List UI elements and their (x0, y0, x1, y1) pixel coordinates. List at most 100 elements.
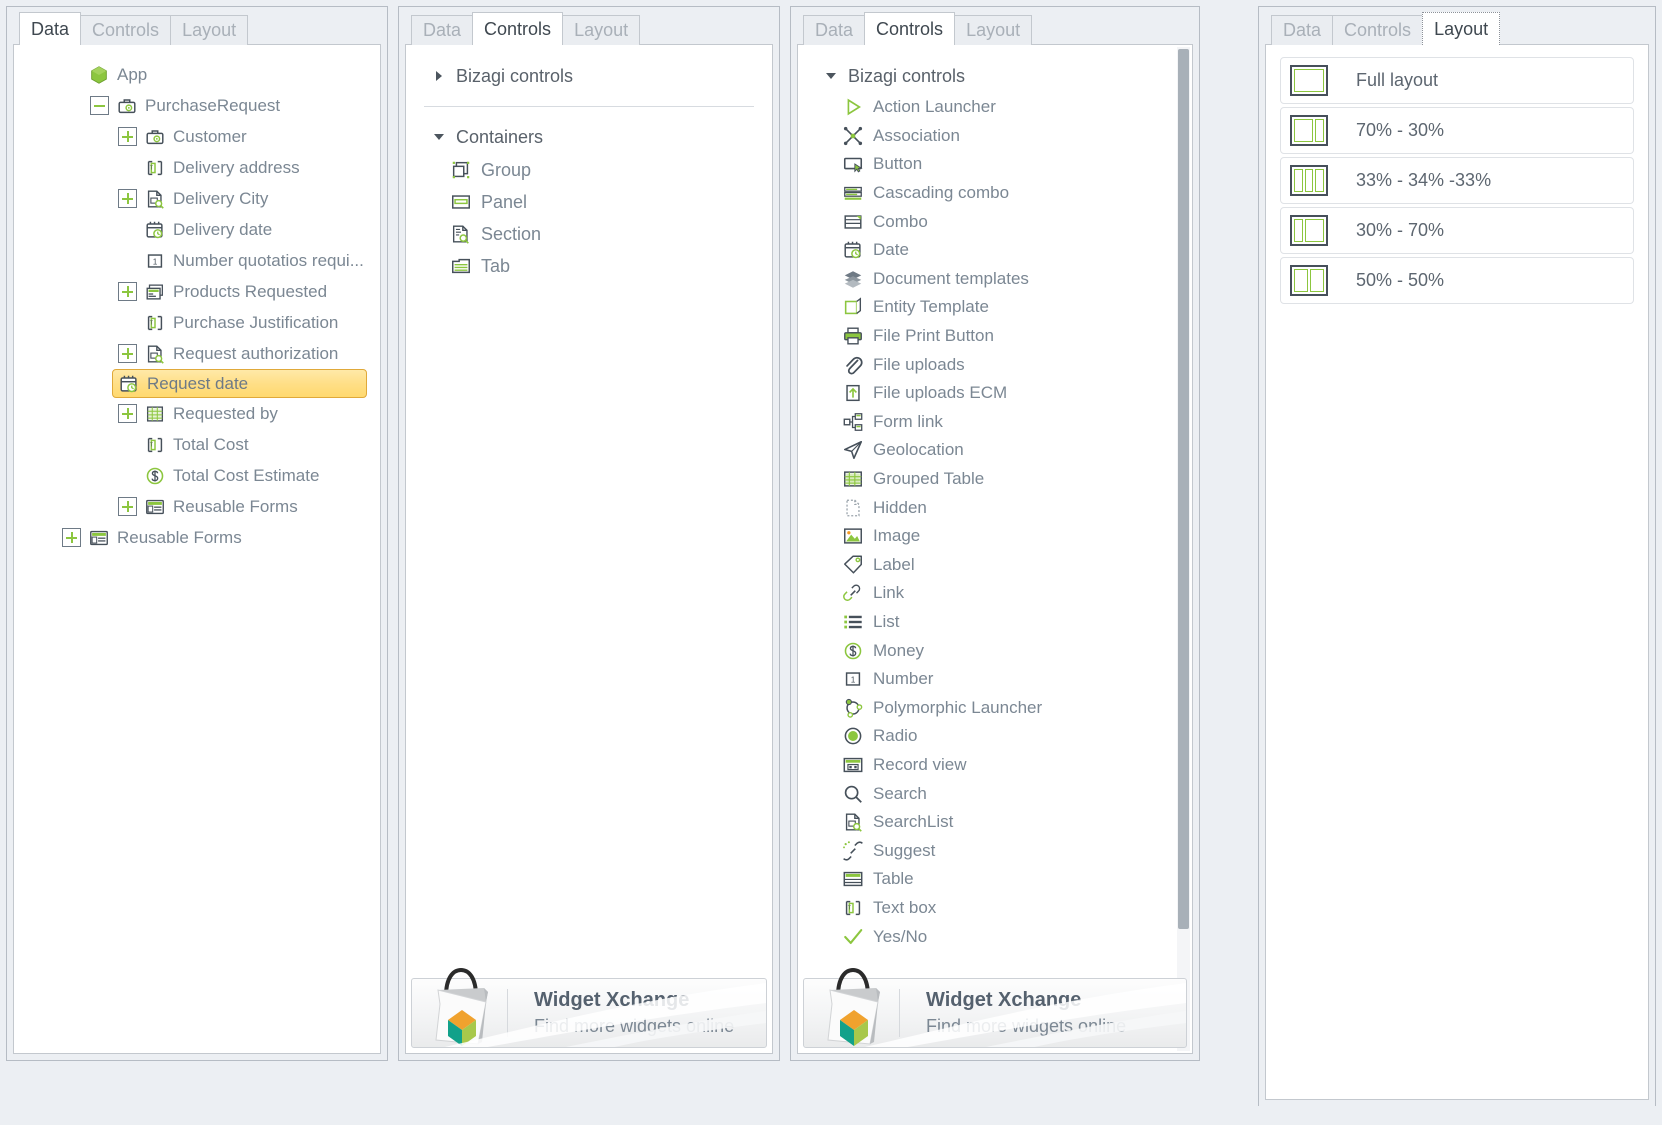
expander-minus-icon[interactable] (90, 96, 109, 115)
bizagi-control-item[interactable]: Hidden (798, 493, 1192, 522)
bizagi-control-item[interactable]: Geolocation (798, 436, 1192, 465)
tab-layout-2[interactable]: Layout (562, 15, 641, 45)
bizagi-control-item[interactable]: Entity Template (798, 293, 1192, 322)
layout-option-label: 30% - 70% (1356, 220, 1445, 240)
bizagi-control-item[interactable]: Record view (798, 751, 1192, 780)
bizagi-control-item[interactable]: Combo (798, 207, 1192, 236)
tree-item[interactable]: Reusable Forms (62, 522, 242, 553)
expander-plus-icon[interactable] (118, 189, 137, 208)
bizagi-control-item[interactable]: Suggest (798, 836, 1192, 865)
bizagi-control-item[interactable]: Association (798, 122, 1192, 151)
expander-plus-icon[interactable] (62, 528, 81, 547)
tree-item[interactable]: T Purchase Justification (118, 307, 338, 338)
geolocation-icon (842, 439, 864, 461)
widget-xchange-banner-2[interactable]: Widget Xchange Find more widgets online (803, 967, 1187, 1048)
tree-item[interactable]: T Delivery address (118, 152, 300, 183)
tree-item[interactable]: Delivery City (118, 183, 268, 214)
layout-option-row[interactable]: Full layout (1280, 57, 1634, 104)
tree-item[interactable]: Reusable Forms (118, 491, 298, 522)
controls-scrollbar[interactable] (1177, 47, 1190, 1051)
bizagi-control-item[interactable]: Document templates (798, 265, 1192, 294)
tab-layout-3[interactable]: Layout (954, 15, 1033, 45)
tab-data[interactable]: Data (19, 12, 82, 45)
expander-plus-icon[interactable] (118, 404, 137, 423)
bizagi-control-item[interactable]: Link (798, 579, 1192, 608)
bizagi-control-item[interactable]: Grouped Table (798, 465, 1192, 494)
bizagi-control-item[interactable]: Search (798, 779, 1192, 808)
tab-controls[interactable]: Controls (80, 15, 172, 45)
tab-data-3[interactable]: Data (803, 15, 866, 45)
group-header-containers-expanded[interactable]: Containers (406, 120, 772, 154)
layout-option-row[interactable]: 33% - 34% -33% (1280, 157, 1634, 204)
bizagi-control-item[interactable]: Money (798, 636, 1192, 665)
controls-scrollbar-thumb[interactable] (1178, 49, 1189, 929)
expander-plus-icon[interactable] (118, 497, 137, 516)
widget-xchange-banner-1[interactable]: Widget Xchange Find more widgets online (411, 967, 767, 1048)
bizagi-control-item[interactable]: Polymorphic Launcher (798, 693, 1192, 722)
upload-arrow-icon (842, 382, 864, 404)
bizagi-control-item[interactable]: Action Launcher (798, 93, 1192, 122)
tree-item-label: Delivery City (173, 188, 269, 208)
expander-plus-icon[interactable] (118, 127, 137, 146)
data-panel-body: App PurchaseRequest Customer T Delivery addr… (13, 44, 381, 1054)
chevron-down-icon (432, 132, 446, 142)
bizagi-control-item[interactable]: File Print Button (798, 322, 1192, 351)
tab-controls-3[interactable]: Controls (864, 12, 956, 45)
container-control-item[interactable]: Panel (406, 186, 772, 218)
container-control-item[interactable]: Group (406, 154, 772, 186)
container-control-item[interactable]: Section (406, 218, 772, 250)
tree-item[interactable]: Request date (112, 369, 368, 398)
bizagi-control-item[interactable]: Yes/No (798, 922, 1192, 951)
paperclip-icon (842, 354, 864, 376)
container-control-item[interactable]: Tab (406, 250, 772, 282)
tab-controls-2-label: Controls (484, 19, 552, 39)
tree-item[interactable]: App (62, 59, 147, 90)
group-header-bizagi-controls-collapsed[interactable]: Bizagi controls (406, 59, 772, 93)
bizagi-control-item[interactable]: Image (798, 522, 1192, 551)
bizagi-control-item[interactable]: Button (798, 150, 1192, 179)
bizagi-control-item[interactable]: Cascading combo (798, 179, 1192, 208)
tab-layout[interactable]: Layout (170, 15, 249, 45)
tree-item[interactable]: T Total Cost (118, 429, 249, 460)
tree-item-label: Request authorization (173, 343, 339, 363)
bizagi-control-item[interactable]: Label (798, 551, 1192, 580)
bizagi-control-item[interactable]: 1 Number (798, 665, 1192, 694)
tree-item[interactable]: Total Cost Estimate (118, 460, 319, 491)
group-header-bizagi-controls-expanded[interactable]: Bizagi controls (798, 59, 1192, 93)
tree-item[interactable]: Request authorization (118, 338, 338, 369)
expander-plus-icon[interactable] (118, 282, 137, 301)
tab-data-4[interactable]: Data (1271, 15, 1334, 45)
bizagi-control-item[interactable]: File uploads ECM (798, 379, 1192, 408)
tree-item[interactable]: Requested by (118, 398, 278, 429)
tree-item[interactable]: 1 Number quotatios requi... (118, 245, 364, 276)
tree-item[interactable]: Customer (118, 121, 247, 152)
tree-item[interactable]: Products Requested (118, 276, 327, 307)
bizagi-control-item[interactable]: SearchList (798, 808, 1192, 837)
layout-option-row[interactable]: 30% - 70% (1280, 207, 1634, 254)
layout-option-row[interactable]: 70% - 30% (1280, 107, 1634, 154)
tab-layout-4[interactable]: Layout (1422, 12, 1501, 45)
tree-item[interactable]: Delivery date (118, 214, 272, 245)
bizagi-control-item[interactable]: Form link (798, 408, 1192, 437)
tab-controls-2[interactable]: Controls (472, 12, 564, 45)
bizagi-control-item[interactable]: File uploads (798, 350, 1192, 379)
tree-item-label: Number quotatios requi... (173, 250, 364, 270)
bizagi-control-item[interactable]: T Text box (798, 894, 1192, 923)
data-panel-tabstrip: Data Controls Layout (13, 12, 381, 45)
widget-xchange-title-1: Widget Xchange (534, 989, 690, 1011)
shopping-bag-icon-1 (422, 962, 500, 1053)
expander-plus-icon[interactable] (118, 344, 137, 363)
collection-icon (144, 281, 166, 303)
layout-option-row[interactable]: 50% - 50% (1280, 257, 1634, 304)
bizagi-control-item[interactable]: Radio (798, 722, 1192, 751)
document-templates-icon (842, 268, 864, 290)
tree-item[interactable]: PurchaseRequest (90, 90, 280, 121)
tree-item-label: Total Cost (173, 434, 249, 454)
section-icon (450, 223, 472, 245)
bizagi-control-item[interactable]: Date (798, 236, 1192, 265)
bizagi-control-item[interactable]: List (798, 608, 1192, 637)
money-icon (144, 465, 166, 487)
tab-data-2[interactable]: Data (411, 15, 474, 45)
bizagi-control-item[interactable]: Table (798, 865, 1192, 894)
tab-controls-4[interactable]: Controls (1332, 15, 1424, 45)
